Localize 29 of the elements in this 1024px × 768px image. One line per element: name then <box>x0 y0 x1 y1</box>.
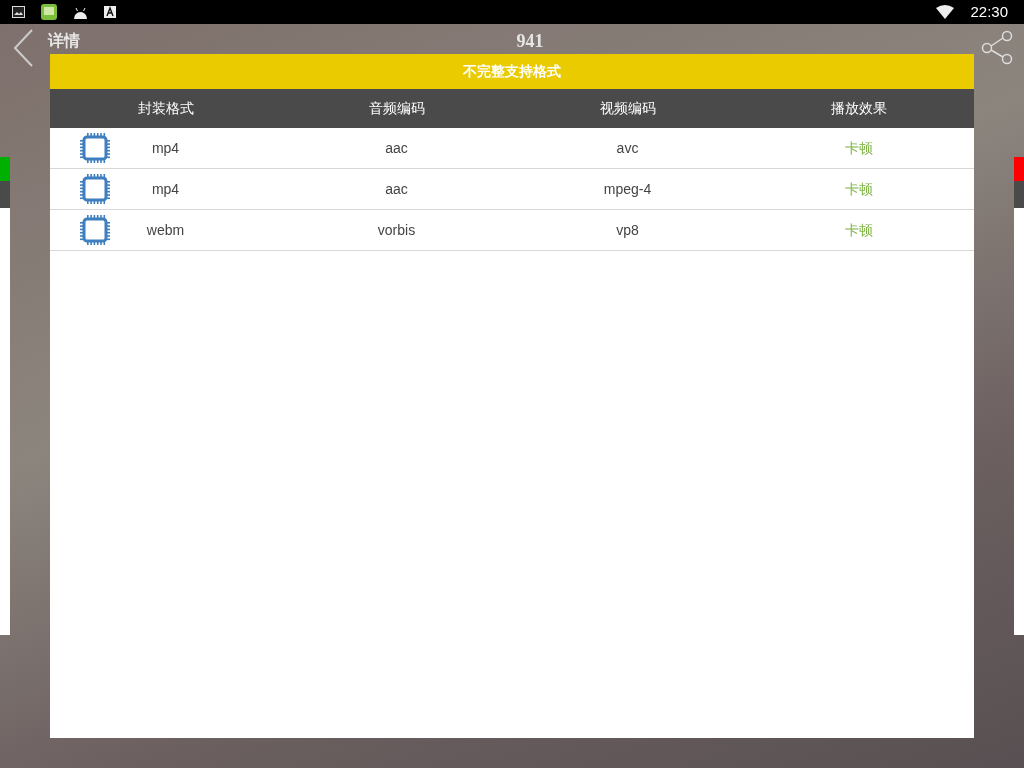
back-icon[interactable] <box>12 28 36 68</box>
table-cell-text: mpeg-4 <box>602 179 653 199</box>
table-cell-text: 卡顿 <box>843 220 874 240</box>
column-header: 音频编码 <box>367 99 426 118</box>
dialog-title: 不完整支持格式 <box>50 54 974 89</box>
image-icon <box>12 6 25 18</box>
font-icon <box>104 6 116 18</box>
android-icon <box>73 5 88 19</box>
table-cell-text: avc <box>615 138 640 158</box>
page-title: 详情 <box>48 31 80 51</box>
app-icon <box>41 4 57 20</box>
table-cell-text: mp4 <box>151 179 180 199</box>
page-number: 941 <box>516 30 544 52</box>
table-cell-text: mp4 <box>151 138 180 158</box>
column-header: 播放效果 <box>829 99 888 118</box>
column-header: 封装格式 <box>136 99 195 118</box>
table-cell-text: aac <box>384 179 409 199</box>
column-header: 视频编码 <box>598 99 657 118</box>
table-cell-text: 卡顿 <box>843 179 874 199</box>
wifi-icon <box>936 5 955 19</box>
chip-icon <box>80 215 110 245</box>
table-cell-text: vp8 <box>615 220 640 240</box>
chip-icon <box>80 174 110 204</box>
table-cell-text: 卡顿 <box>843 138 874 158</box>
chip-icon <box>80 133 110 163</box>
table-cell-text: aac <box>384 138 409 158</box>
clock: 22:30 <box>970 1 1008 22</box>
table-cell-text: vorbis <box>376 220 417 240</box>
table-cell-text: webm <box>146 220 185 240</box>
